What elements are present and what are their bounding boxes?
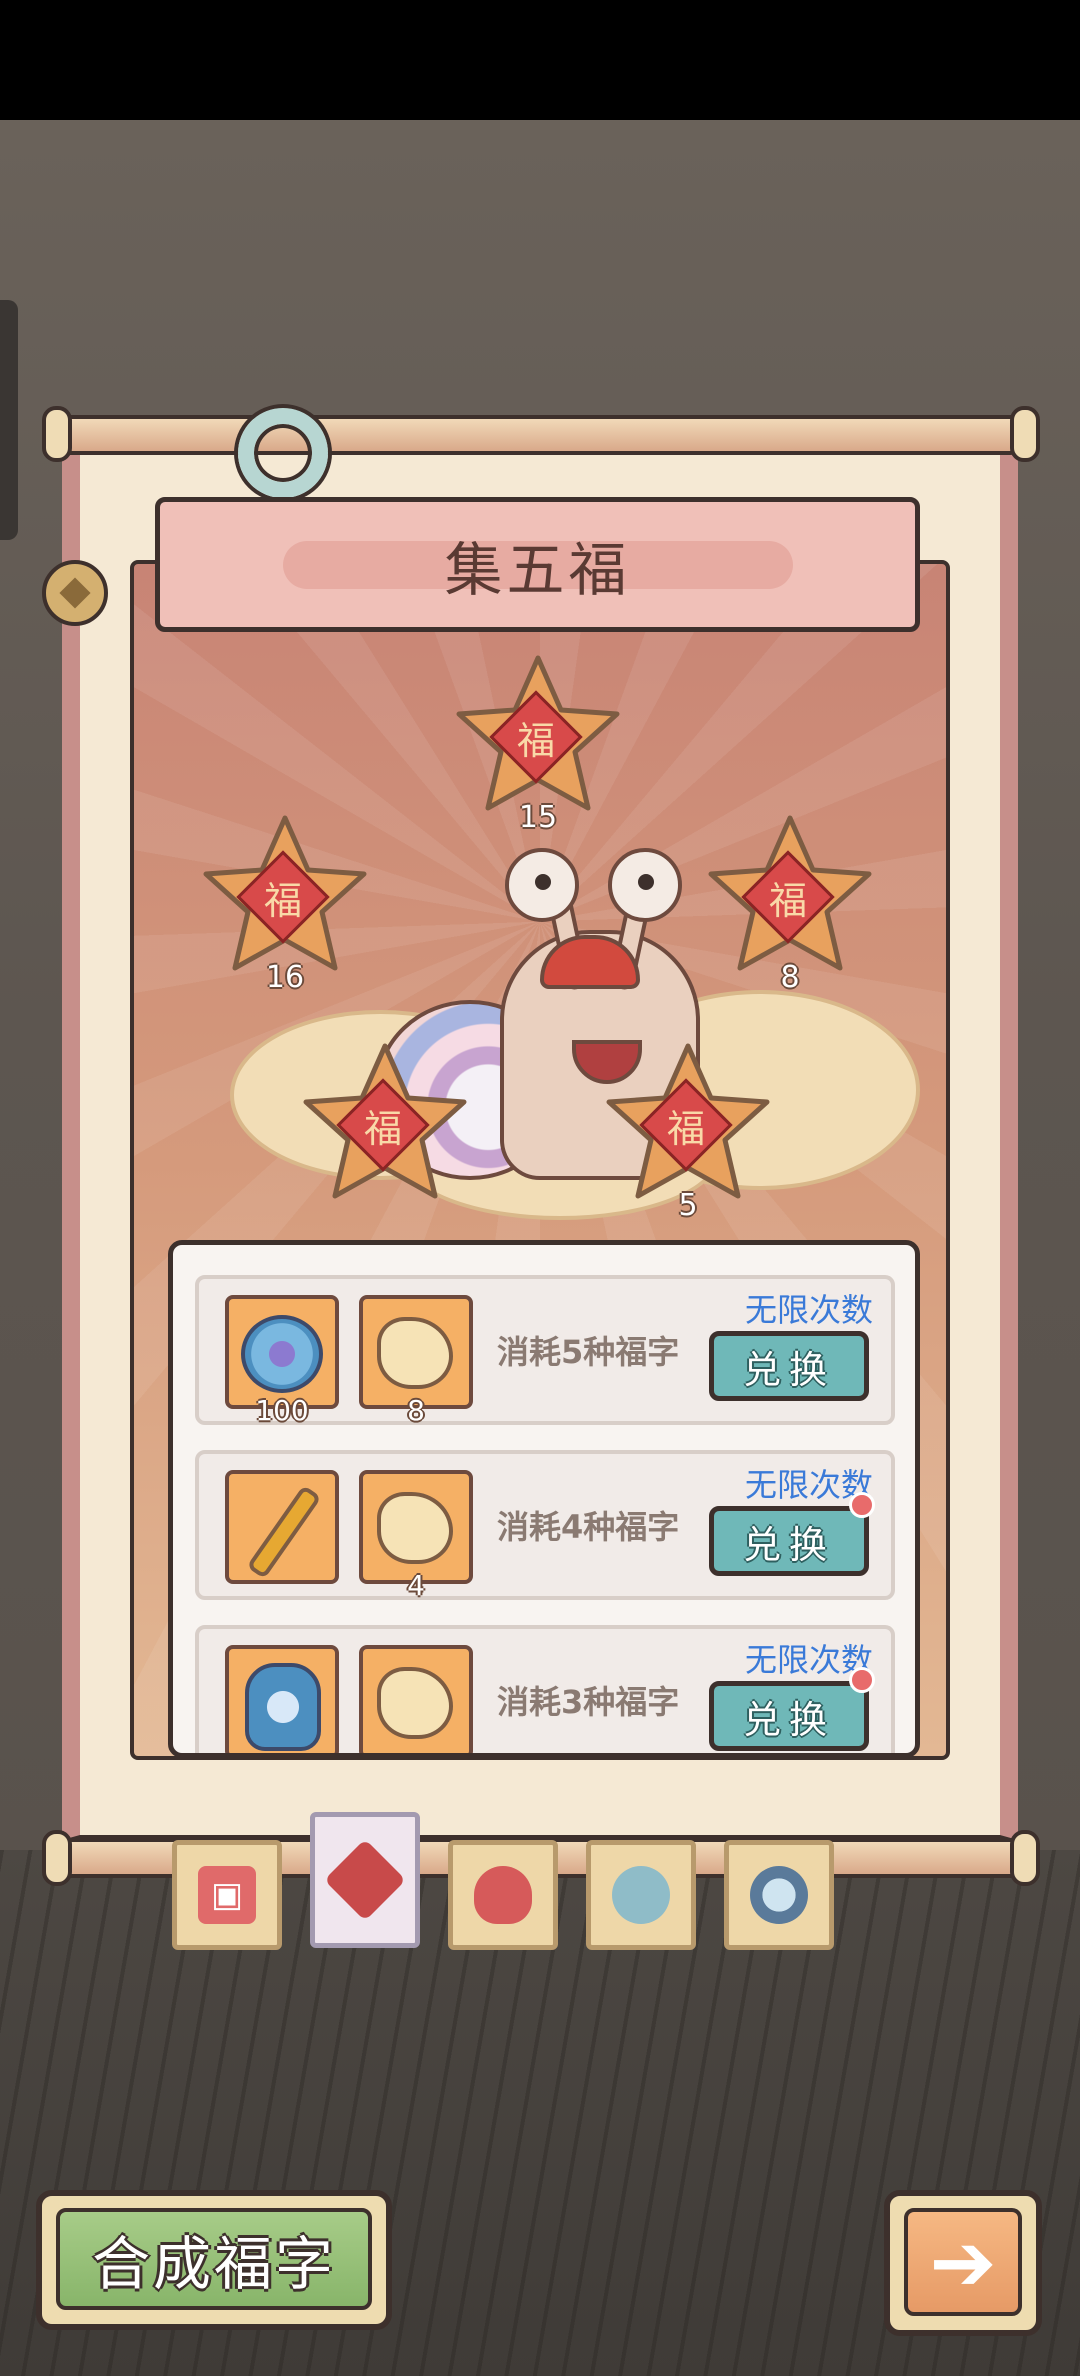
fu-char: 福 xyxy=(516,718,555,763)
arrow-right-icon: ➔ xyxy=(904,2208,1022,2316)
side-drawer-handle[interactable] xyxy=(0,300,18,540)
page-title: 集五福 xyxy=(444,535,631,604)
snail-eye xyxy=(505,848,579,922)
lantern-icon xyxy=(612,1866,670,1924)
gem-icon xyxy=(241,1315,323,1393)
notification-dot xyxy=(849,1492,875,1518)
tab-orb[interactable] xyxy=(724,1840,834,1950)
tab-red-envelope[interactable]: ▣ xyxy=(172,1840,282,1950)
fu-star-4[interactable]: 福 xyxy=(300,1040,470,1215)
reward-row: 消耗3种福字 无限次数 兑换 xyxy=(195,1625,895,1753)
next-button[interactable]: ➔ xyxy=(884,2190,1042,2336)
rod-cap-right-top xyxy=(1010,406,1040,462)
reward-item-slot[interactable]: 8 xyxy=(359,1295,473,1427)
scroll-top-rod xyxy=(50,415,1030,455)
title-plate: 集五福 xyxy=(282,536,793,604)
item-qty: 4 xyxy=(407,1569,425,1602)
fu-char: 福 xyxy=(666,1106,705,1151)
snail-eye xyxy=(608,848,682,922)
reward-item-slot[interactable] xyxy=(225,1470,339,1584)
cost-text: 消耗4种福字 xyxy=(497,1508,680,1546)
dumpling-icon xyxy=(377,1317,453,1389)
firework-icon xyxy=(246,1484,322,1580)
orb-icon xyxy=(750,1866,808,1924)
fu-char: 福 xyxy=(263,878,302,923)
reward-item-slot[interactable] xyxy=(225,1645,339,1753)
star-count: 8 xyxy=(780,960,800,995)
fu-char: 福 xyxy=(363,1106,402,1151)
redeem-button[interactable]: 兑换 xyxy=(709,1506,869,1576)
red-envelope-icon: ▣ xyxy=(198,1866,256,1924)
lucky-bag-icon xyxy=(474,1866,532,1924)
merge-fu-label: 合成福字 xyxy=(56,2208,372,2310)
fu-tab-icon xyxy=(323,1838,407,1922)
fu-star-1[interactable]: 福 15 xyxy=(453,652,623,835)
merge-fu-button[interactable]: 合成福字 xyxy=(36,2190,392,2330)
title-banner: 集五福 xyxy=(155,497,920,632)
reward-item-slot[interactable]: 100 xyxy=(225,1295,339,1427)
jar-icon xyxy=(245,1663,321,1751)
notification-dot xyxy=(849,1667,875,1693)
tab-lucky-bag[interactable] xyxy=(448,1840,558,1950)
star-count: 15 xyxy=(518,800,558,835)
limit-text: 无限次数 xyxy=(744,1291,873,1329)
reward-row: 100 8 消耗5种福字 无限次数 兑换 xyxy=(195,1275,895,1427)
reward-list[interactable]: 100 8 消耗5种福字 无限次数 兑换 4 消耗4种福字 无限次数 兑换 消耗… xyxy=(168,1240,920,1758)
rod-cap-left-top xyxy=(42,406,72,462)
reward-row: 4 消耗4种福字 无限次数 兑换 xyxy=(195,1450,895,1602)
jade-ring-icon xyxy=(238,408,328,498)
status-bar xyxy=(0,0,1080,120)
star-count: 16 xyxy=(265,960,305,995)
tab-fu[interactable] xyxy=(310,1812,420,1948)
fu-star-2[interactable]: 福 16 xyxy=(200,812,370,995)
star-count: 5 xyxy=(678,1188,698,1223)
dumpling-icon xyxy=(377,1667,453,1739)
cost-text: 消耗3种福字 xyxy=(497,1683,680,1721)
rod-cap-left-bottom xyxy=(42,1830,72,1886)
rod-cap-right-bottom xyxy=(1010,1830,1040,1886)
coin-charm-icon xyxy=(42,560,108,626)
tab-lantern[interactable] xyxy=(586,1840,696,1950)
reward-item-slot[interactable]: 4 xyxy=(359,1470,473,1602)
fu-char: 福 xyxy=(768,878,807,923)
reward-item-slot[interactable] xyxy=(359,1645,473,1753)
redeem-button[interactable]: 兑换 xyxy=(709,1331,869,1401)
item-qty: 8 xyxy=(407,1394,425,1427)
cost-text: 消耗5种福字 xyxy=(497,1333,680,1371)
dumpling-icon xyxy=(377,1492,453,1564)
fu-star-5[interactable]: 福 5 xyxy=(603,1040,773,1223)
fu-star-3[interactable]: 福 8 xyxy=(705,812,875,995)
item-qty: 100 xyxy=(255,1394,309,1427)
redeem-button[interactable]: 兑换 xyxy=(709,1681,869,1751)
